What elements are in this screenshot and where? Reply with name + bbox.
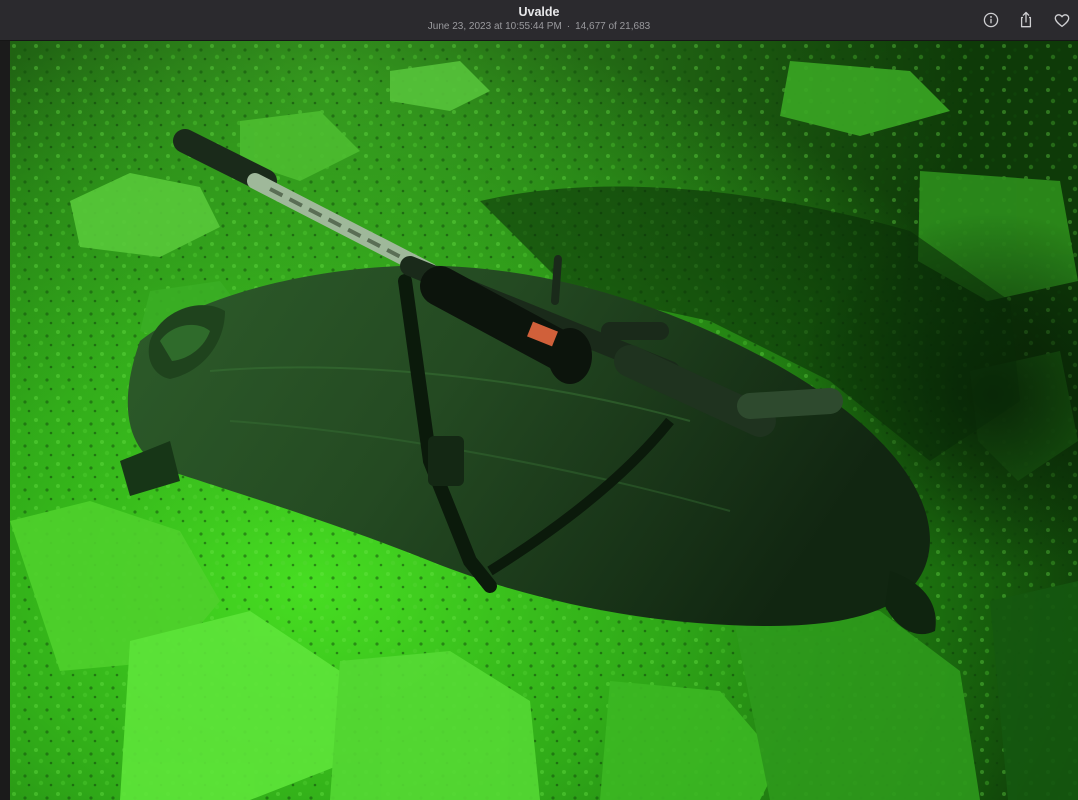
subtitle-separator: · <box>566 21 571 32</box>
favorite-button[interactable] <box>1050 8 1074 32</box>
info-button[interactable] <box>979 8 1003 32</box>
photo-position: 14,677 of 21,683 <box>575 21 651 32</box>
title-bar: Uvalde June 23, 2023 at 10:55:44 PM · 14,6… <box>0 0 1078 41</box>
share-button[interactable] <box>1014 8 1038 32</box>
heart-icon <box>1054 13 1070 27</box>
photos-window: Uvalde June 23, 2023 at 10:55:44 PM · 14,6… <box>0 0 1078 800</box>
info-circle-icon <box>983 12 999 28</box>
night-hunt-photo <box>10 41 1078 800</box>
photo-viewer[interactable] <box>0 41 1078 800</box>
photo[interactable] <box>10 41 1078 800</box>
title-block: Uvalde June 23, 2023 at 10:55:44 PM · 14,6… <box>0 5 1078 34</box>
share-icon <box>1020 11 1032 28</box>
photo-title: Uvalde <box>518 5 560 19</box>
photo-subtitle: June 23, 2023 at 10:55:44 PM · 14,677 of 2… <box>0 20 1078 34</box>
photo-date: June 23, 2023 at 10:55:44 PM <box>427 21 562 32</box>
